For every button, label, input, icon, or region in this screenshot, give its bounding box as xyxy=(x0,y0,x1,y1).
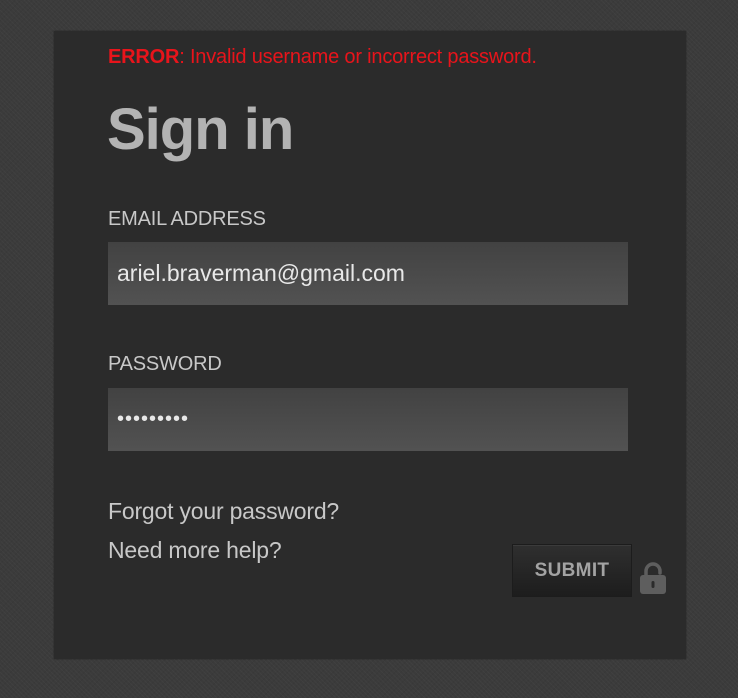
email-field[interactable]: ariel.braverman@gmail.com xyxy=(108,242,628,305)
error-text: : Invalid username or incorrect password… xyxy=(179,46,537,68)
password-label: PASSWORD xyxy=(108,353,222,375)
sign-in-panel: ERROR: Invalid username or incorrect pas… xyxy=(54,31,686,659)
error-label: ERROR xyxy=(108,46,180,68)
lock-icon xyxy=(640,562,666,594)
error-message: ERROR: Invalid username or incorrect pas… xyxy=(108,46,537,69)
password-field[interactable]: ••••••••• xyxy=(108,388,628,451)
submit-button[interactable]: SUBMIT xyxy=(512,544,632,597)
forgot-password-link[interactable]: Forgot your password? xyxy=(108,498,339,525)
email-label: EMAIL ADDRESS xyxy=(108,208,266,230)
page-title: Sign in xyxy=(107,97,294,162)
need-help-link[interactable]: Need more help? xyxy=(108,537,282,564)
